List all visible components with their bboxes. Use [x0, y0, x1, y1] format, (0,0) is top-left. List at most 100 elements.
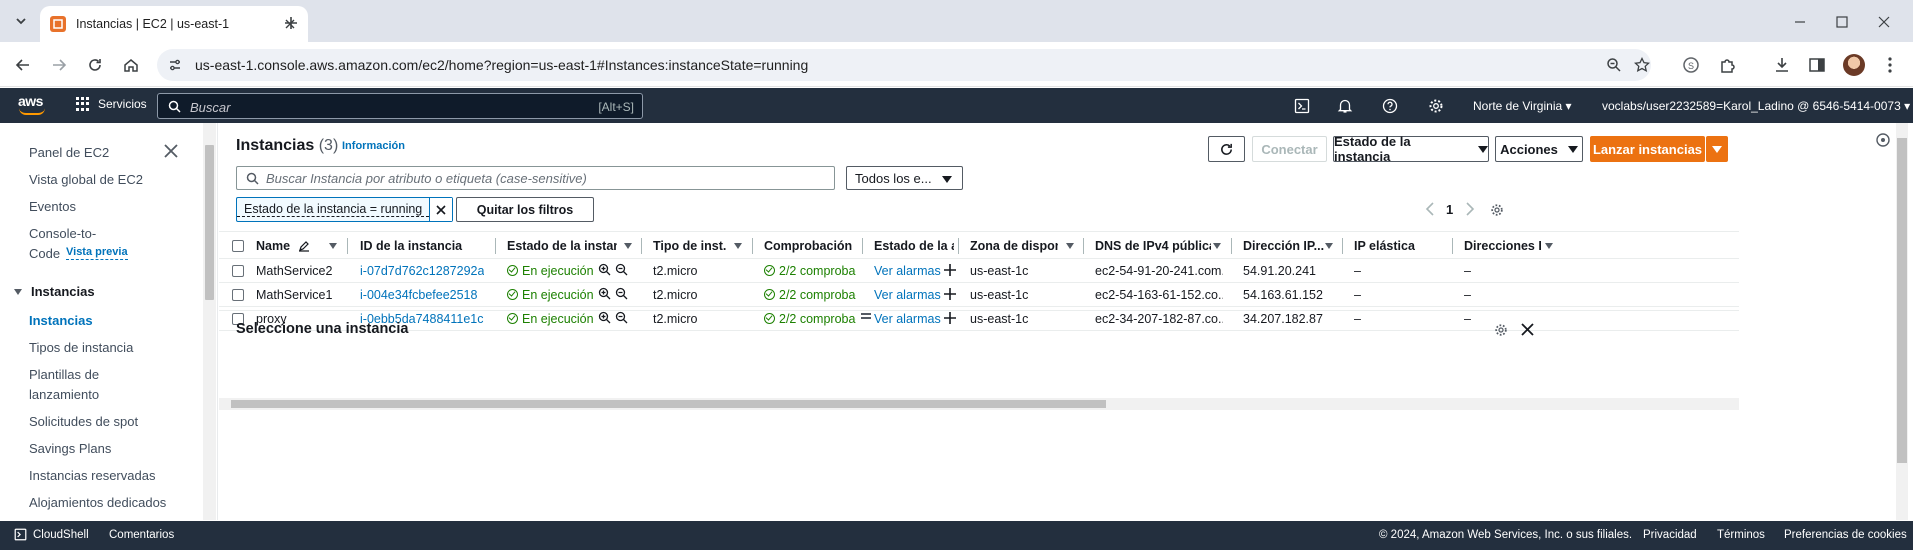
sidebar-item-dedicated-hosts[interactable]: Alojamientos dedicados: [29, 493, 166, 512]
col-availability-zone[interactable]: Zona de dispon...: [970, 239, 1058, 253]
side-tools-icon[interactable]: [1875, 132, 1893, 150]
instance-search-input[interactable]: Buscar Instancia por atributo o etiqueta…: [236, 166, 835, 190]
sidebar-item-events[interactable]: Eventos: [29, 197, 76, 216]
filter-token-label[interactable]: Estado de la instancia = running: [237, 198, 430, 217]
sort-icon[interactable]: [1325, 243, 1333, 249]
refresh-button[interactable]: [1208, 136, 1245, 162]
connect-button[interactable]: Conectar: [1252, 136, 1327, 162]
instance-state-button[interactable]: Estado de la instancia: [1333, 134, 1489, 164]
row-checkbox[interactable]: [232, 289, 244, 301]
next-page-icon[interactable]: [1465, 202, 1475, 216]
add-alarm-icon[interactable]: [944, 312, 956, 324]
zoom-out-icon[interactable]: [615, 311, 628, 324]
sort-icon[interactable]: [624, 243, 632, 249]
zoom-out-icon[interactable]: [615, 287, 628, 300]
sidebar-section-instances[interactable]: Instancias: [13, 284, 95, 299]
col-public-dns[interactable]: DNS de IPv4 pública: [1095, 239, 1211, 253]
zoom-out-icon[interactable]: [615, 263, 628, 276]
home-icon[interactable]: [120, 54, 142, 76]
remove-filter-icon[interactable]: [429, 198, 453, 221]
sort-icon[interactable]: [1545, 243, 1553, 249]
settings-gear-icon[interactable]: [1427, 97, 1445, 115]
reload-icon[interactable]: [84, 54, 106, 76]
preview-badge[interactable]: Vista previa: [66, 245, 128, 260]
actions-button[interactable]: Acciones: [1495, 136, 1583, 162]
detail-preferences-icon[interactable]: [1494, 323, 1508, 337]
zoom-in-icon[interactable]: [598, 263, 611, 276]
services-menu[interactable]: Servicios: [76, 97, 147, 111]
sidebar-item-instance-types[interactable]: Tipos de instancia: [29, 338, 133, 357]
sort-icon[interactable]: [1213, 243, 1221, 249]
sidebar-item-global-view[interactable]: Vista global de EC2: [29, 170, 143, 189]
sidebar-item-console-to-code-2[interactable]: Code: [29, 244, 60, 263]
aws-logo[interactable]: aws: [17, 93, 47, 117]
table-row[interactable]: MathService2 i-07d7d762c1287292a En ejec…: [219, 259, 1739, 283]
region-selector[interactable]: Norte de Virginia ▾: [1473, 99, 1572, 113]
sidebar-item-instances[interactable]: Instancias: [29, 311, 93, 330]
info-link[interactable]: Información: [342, 140, 405, 152]
page-number[interactable]: 1: [1446, 202, 1453, 217]
zoom-in-icon[interactable]: [598, 311, 611, 324]
col-status-check[interactable]: Comprobación de: [764, 239, 856, 253]
view-alarms-link[interactable]: Ver alarmas: [874, 264, 941, 278]
add-alarm-icon[interactable]: [944, 288, 956, 300]
clear-filters-button[interactable]: Quitar los filtros: [456, 197, 594, 222]
cell-instance-id[interactable]: i-07d7d762c1287292a: [360, 264, 484, 278]
sort-icon[interactable]: [734, 243, 742, 249]
select-all-checkbox[interactable]: [232, 240, 244, 252]
col-elastic-ip[interactable]: IP elástica: [1354, 239, 1444, 253]
col-alarm-status[interactable]: Estado de la al: [874, 239, 954, 253]
sidebar-item-ec2-dashboard[interactable]: Panel de EC2: [29, 143, 109, 162]
col-ipv6[interactable]: Direcciones I...: [1464, 239, 1542, 253]
col-name[interactable]: Name: [256, 239, 291, 253]
cloudshell-link[interactable]: CloudShell: [33, 529, 89, 541]
table-row[interactable]: MathService1 i-004e34fcbefee2518 En ejec…: [219, 283, 1739, 307]
help-icon[interactable]: [1381, 97, 1399, 115]
col-public-ip[interactable]: Dirección IP...: [1243, 239, 1325, 253]
cloudshell-footer-icon[interactable]: [14, 528, 27, 541]
main-vertical-scrollbar[interactable]: [1896, 123, 1908, 520]
side-panel-icon[interactable]: [1807, 55, 1827, 75]
col-instance-type[interactable]: Tipo de inst...: [653, 239, 727, 253]
browser-tab[interactable]: Instancias | EC2 | us-east-1: [40, 6, 308, 42]
sidebar-item-reserved-instances[interactable]: Instancias reservadas: [29, 466, 155, 485]
forward-icon[interactable]: [48, 54, 70, 76]
sort-icon[interactable]: [1066, 243, 1074, 249]
bookmark-star-icon[interactable]: [1634, 57, 1650, 73]
launch-instances-dropdown[interactable]: [1706, 136, 1728, 162]
tab-search-chevron-icon[interactable]: [10, 10, 32, 32]
resize-handle-icon[interactable]: [861, 313, 871, 319]
address-bar[interactable]: us-east-1.console.aws.amazon.com/ec2/hom…: [157, 49, 1651, 81]
close-detail-icon[interactable]: [1521, 323, 1534, 336]
row-checkbox[interactable]: [232, 265, 244, 277]
close-window-icon[interactable]: [1874, 12, 1894, 32]
sidebar-scrollbar[interactable]: [203, 123, 216, 520]
add-alarm-icon[interactable]: [944, 264, 956, 276]
table-horizontal-scrollbar[interactable]: [219, 398, 1739, 410]
col-instance-id[interactable]: ID de la instancia: [360, 239, 490, 253]
cloudshell-icon[interactable]: [1293, 97, 1311, 115]
skype-extension-icon[interactable]: S: [1681, 55, 1701, 75]
downloads-icon[interactable]: [1772, 55, 1792, 75]
maximize-icon[interactable]: [1832, 12, 1852, 32]
terms-link[interactable]: Términos: [1717, 529, 1765, 541]
zoom-in-icon[interactable]: [598, 287, 611, 300]
sort-icon[interactable]: [329, 243, 337, 249]
account-menu[interactable]: voclabs/user2232589=Karol_Ladino @ 6546-…: [1602, 99, 1910, 113]
edit-pencil-icon[interactable]: [298, 240, 310, 252]
aws-search-input[interactable]: Buscar [Alt+S]: [157, 93, 643, 119]
zoom-icon[interactable]: [1606, 57, 1622, 73]
back-icon[interactable]: [12, 54, 34, 76]
close-sidebar-icon[interactable]: [164, 144, 182, 162]
chrome-menu-icon[interactable]: [1880, 55, 1900, 75]
feedback-link[interactable]: Comentarios: [109, 529, 174, 541]
site-settings-icon[interactable]: [167, 57, 183, 73]
prev-page-icon[interactable]: [1425, 202, 1435, 216]
state-filter-select[interactable]: Todos los e...: [846, 166, 963, 190]
table-preferences-icon[interactable]: [1490, 203, 1504, 217]
sidebar-item-savings-plans[interactable]: Savings Plans: [29, 439, 111, 458]
cell-instance-id[interactable]: i-004e34fcbefee2518: [360, 288, 477, 302]
sidebar-item-console-to-code[interactable]: Console-to-: [29, 224, 96, 243]
sidebar-item-launch-templates[interactable]: Plantillas de: [29, 365, 99, 384]
view-alarms-link[interactable]: Ver alarmas: [874, 312, 941, 326]
